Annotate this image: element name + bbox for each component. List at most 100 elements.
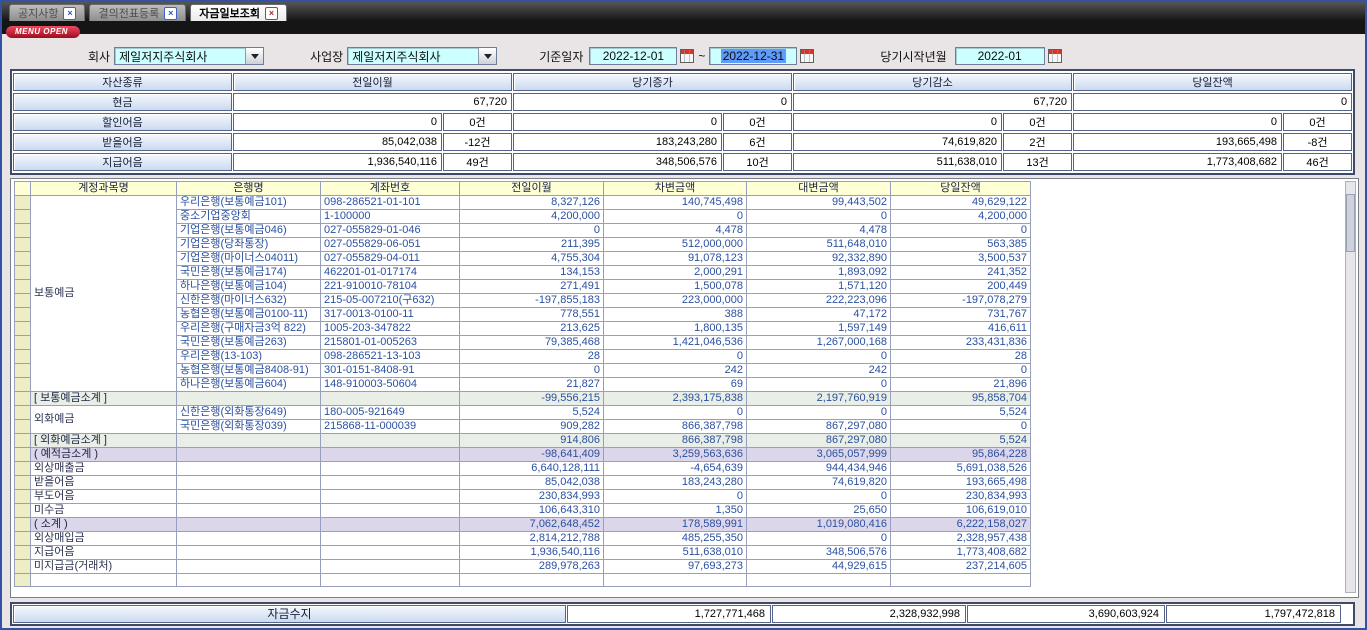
grid-account-number-cell[interactable]: 462201-01-017174 <box>321 266 460 280</box>
grid-amount-cell[interactable]: 866,387,798 <box>604 420 747 434</box>
tab-item[interactable]: 공지사항× <box>9 4 85 21</box>
grid-bank-name-cell[interactable] <box>177 462 321 476</box>
grid-amount-cell[interactable]: 106,619,010 <box>891 504 1031 518</box>
grid-row-header[interactable] <box>15 560 31 574</box>
grid-row-header[interactable] <box>15 364 31 378</box>
grid-amount-cell[interactable]: 1,597,149 <box>747 322 891 336</box>
grid-row-header[interactable] <box>15 196 31 210</box>
grid-account-number-cell[interactable] <box>321 392 460 406</box>
grid-amount-cell[interactable]: 6,222,158,027 <box>891 518 1031 532</box>
grid-account-label-cell[interactable]: 외상매입금 <box>31 532 177 546</box>
grid-row-header[interactable] <box>15 504 31 518</box>
grid-amount-cell[interactable]: 2,814,212,788 <box>460 532 604 546</box>
calendar-icon[interactable] <box>680 49 694 63</box>
grid-amount-cell[interactable]: 49,629,122 <box>891 196 1031 210</box>
grid-row-header[interactable] <box>15 420 31 434</box>
grid-account-number-cell[interactable] <box>321 476 460 490</box>
grid-amount-cell[interactable]: 8,327,126 <box>460 196 604 210</box>
grid-bank-name-cell[interactable]: 우리은행(13-103) <box>177 350 321 364</box>
grid-amount-cell[interactable]: 85,042,038 <box>460 476 604 490</box>
grid-account-number-cell[interactable]: 215868-11-000039 <box>321 420 460 434</box>
grid-bank-name-cell[interactable] <box>177 532 321 546</box>
tab-close-icon[interactable]: × <box>164 7 177 20</box>
grid-row-header[interactable] <box>15 280 31 294</box>
summary-count-cell[interactable]: -12건 <box>443 133 512 151</box>
grid-amount-cell[interactable]: 511,638,010 <box>604 546 747 560</box>
summary-count-cell[interactable]: 0건 <box>1283 113 1352 131</box>
grid-amount-cell[interactable]: 2,393,175,838 <box>604 392 747 406</box>
grid-amount-cell[interactable]: 1,571,120 <box>747 280 891 294</box>
grid-amount-cell[interactable]: 731,767 <box>891 308 1031 322</box>
chevron-down-icon[interactable] <box>245 48 263 64</box>
grid-amount-cell[interactable]: 944,434,946 <box>747 462 891 476</box>
grid-amount-cell[interactable]: 211,395 <box>460 238 604 252</box>
grid-amount-cell[interactable]: 867,297,080 <box>747 420 891 434</box>
grid-amount-cell[interactable]: 0 <box>604 350 747 364</box>
grid-amount-cell[interactable]: 0 <box>460 224 604 238</box>
grid-amount-cell[interactable]: 1,773,408,682 <box>891 546 1031 560</box>
grid-account-number-cell[interactable] <box>321 434 460 448</box>
summary-count-cell[interactable]: 2건 <box>1003 133 1072 151</box>
grid-amount-cell[interactable]: -4,654,639 <box>604 462 747 476</box>
period-start-input[interactable]: 2022-01 <box>955 47 1045 65</box>
tab-item[interactable]: 자금일보조회× <box>190 4 287 21</box>
grid-amount-cell[interactable]: 7,062,648,452 <box>460 518 604 532</box>
grid-amount-cell[interactable]: 79,385,468 <box>460 336 604 350</box>
grid-account-number-cell[interactable] <box>321 490 460 504</box>
grid-row-header[interactable] <box>15 350 31 364</box>
grid-amount-cell[interactable]: 28 <box>460 350 604 364</box>
grid-row-header[interactable] <box>15 448 31 462</box>
grid-amount-cell[interactable]: 0 <box>747 490 891 504</box>
grid-amount-cell[interactable]: 4,478 <box>604 224 747 238</box>
grid-row-header[interactable] <box>15 224 31 238</box>
grid-amount-cell[interactable]: 183,243,280 <box>604 476 747 490</box>
grid-amount-cell[interactable]: 5,524 <box>891 434 1031 448</box>
grid-amount-cell[interactable]: 563,385 <box>891 238 1031 252</box>
grid-account-number-cell[interactable] <box>321 518 460 532</box>
summary-amount-cell[interactable]: 67,720 <box>793 93 1072 111</box>
grid-row-header[interactable] <box>15 462 31 476</box>
grid-account-number-cell[interactable] <box>321 504 460 518</box>
grid-bank-name-cell[interactable]: 국민은행(보통예금174) <box>177 266 321 280</box>
grid-amount-cell[interactable]: 74,619,820 <box>747 476 891 490</box>
grid-row-header[interactable] <box>15 476 31 490</box>
grid-amount-cell[interactable]: -98,641,409 <box>460 448 604 462</box>
grid-amount-cell[interactable]: 4,478 <box>747 224 891 238</box>
company-select[interactable]: 제일저지주식회사 <box>114 47 264 65</box>
grid-amount-cell[interactable]: 0 <box>747 378 891 392</box>
grid-account-group-cell[interactable]: 외화예금 <box>31 406 177 434</box>
grid-amount-cell[interactable]: 289,978,263 <box>460 560 604 574</box>
grid-amount-cell[interactable]: 0 <box>747 406 891 420</box>
grid-amount-cell[interactable] <box>460 574 604 587</box>
grid-account-number-cell[interactable]: 027-055829-04-011 <box>321 252 460 266</box>
grid-amount-cell[interactable]: 5,691,038,526 <box>891 462 1031 476</box>
grid-amount-cell[interactable]: 0 <box>891 364 1031 378</box>
grid-account-number-cell[interactable]: 221-910010-78104 <box>321 280 460 294</box>
summary-amount-cell[interactable]: 348,506,576 <box>513 153 722 171</box>
grid-amount-cell[interactable]: 778,551 <box>460 308 604 322</box>
grid-amount-cell[interactable]: 1,019,080,416 <box>747 518 891 532</box>
grid-amount-cell[interactable]: 0 <box>604 210 747 224</box>
grid-amount-cell[interactable]: 106,643,310 <box>460 504 604 518</box>
grid-amount-cell[interactable]: 44,929,615 <box>747 560 891 574</box>
grid-amount-cell[interactable] <box>891 574 1031 587</box>
grid-account-label-cell[interactable]: 미지급금(거래처) <box>31 560 177 574</box>
grid-bank-name-cell[interactable]: 우리은행(보통예금101) <box>177 196 321 210</box>
summary-amount-cell[interactable]: 1,773,408,682 <box>1073 153 1282 171</box>
grid-amount-cell[interactable]: 1,800,135 <box>604 322 747 336</box>
grid-bank-name-cell[interactable]: 신한은행(마이너스632) <box>177 294 321 308</box>
grid-amount-cell[interactable]: 242 <box>604 364 747 378</box>
summary-amount-cell[interactable]: 74,619,820 <box>793 133 1002 151</box>
grid-bank-name-cell[interactable] <box>177 546 321 560</box>
grid-account-number-cell[interactable]: 027-055829-06-051 <box>321 238 460 252</box>
grid-amount-cell[interactable]: 4,200,000 <box>460 210 604 224</box>
grid-bank-name-cell[interactable] <box>177 448 321 462</box>
grid-amount-cell[interactable]: -99,556,215 <box>460 392 604 406</box>
grid-amount-cell[interactable]: 233,431,836 <box>891 336 1031 350</box>
grid-amount-cell[interactable]: 230,834,993 <box>460 490 604 504</box>
grid-row-header[interactable] <box>15 574 31 587</box>
grid-row-header[interactable] <box>15 406 31 420</box>
grid-amount-cell[interactable]: 0 <box>604 490 747 504</box>
menu-open-button[interactable]: MENU OPEN <box>6 26 80 38</box>
grid-amount-cell[interactable]: 3,259,563,636 <box>604 448 747 462</box>
